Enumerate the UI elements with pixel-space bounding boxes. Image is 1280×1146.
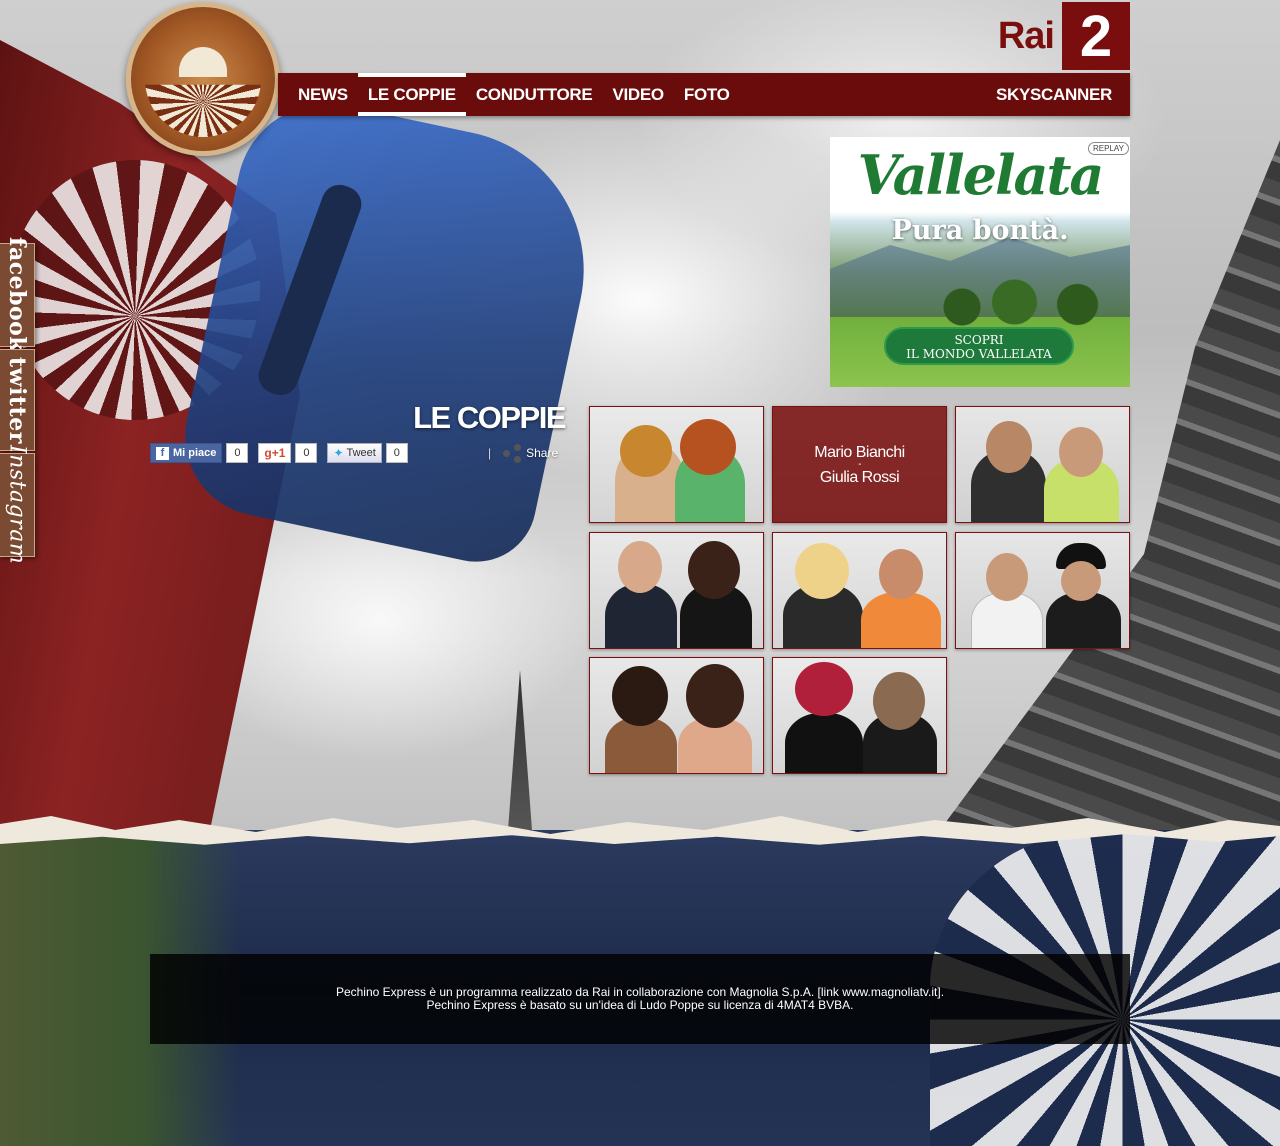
couple-head bbox=[986, 553, 1028, 601]
main-nav: NEWS LE COPPIE CONDUTTORE VIDEO FOTO SKY… bbox=[278, 73, 1130, 116]
google-plus-icon: g bbox=[264, 446, 272, 460]
nav-skyscanner[interactable]: SKYSCANNER bbox=[986, 73, 1122, 116]
couple-card-6[interactable] bbox=[955, 532, 1130, 649]
nav-conduttore[interactable]: CONDUTTORE bbox=[466, 73, 603, 116]
facebook-icon: f bbox=[156, 446, 169, 460]
couple-hair bbox=[873, 672, 925, 730]
couple-head bbox=[879, 549, 923, 599]
couple-head bbox=[1059, 427, 1103, 477]
twitter-side-tab[interactable]: twitter bbox=[0, 349, 35, 451]
couple-card-3[interactable] bbox=[955, 406, 1130, 523]
couple-hair bbox=[795, 662, 853, 716]
couple-card-4[interactable] bbox=[589, 532, 764, 649]
tweet-count: 0 bbox=[385, 443, 408, 463]
couple-name-1: Mario Bianchi bbox=[814, 443, 905, 461]
like-label: Mi piace bbox=[173, 447, 217, 459]
twitter-bird-icon: ✦ bbox=[333, 446, 344, 460]
tweet-button[interactable]: ✦ Tweet bbox=[327, 443, 382, 463]
gplus-count: 0 bbox=[295, 443, 318, 463]
nav-le-coppie[interactable]: LE COPPIE bbox=[357, 73, 466, 116]
instagram-side-tab-label: Instagram bbox=[4, 445, 30, 565]
share-button[interactable]: | Share bbox=[488, 443, 558, 463]
couple-head bbox=[1061, 561, 1101, 601]
logo-sun bbox=[179, 47, 227, 77]
couple-name-2: Giulia Rossi bbox=[819, 468, 900, 486]
page-title: LE COPPIE bbox=[413, 400, 566, 435]
couple-card-7[interactable] bbox=[589, 657, 764, 774]
ad-cta-button[interactable]: SCOPRI IL MONDO VALLELATA bbox=[884, 327, 1074, 365]
rai-channel-number: 2 bbox=[1062, 2, 1130, 70]
facebook-side-tab[interactable]: facebook bbox=[0, 237, 35, 353]
couple-head bbox=[618, 541, 662, 593]
couple-hair bbox=[795, 543, 849, 599]
gplus-label: +1 bbox=[271, 446, 286, 460]
couple-person bbox=[785, 713, 863, 773]
ad-trees bbox=[920, 277, 1130, 327]
pechino-express-logo[interactable] bbox=[126, 2, 280, 156]
footer-credits: Pechino Express è un programma realizzat… bbox=[150, 954, 1130, 1044]
tweet-label: Tweet bbox=[346, 447, 376, 459]
logo-rays bbox=[145, 84, 261, 137]
couple-hair bbox=[688, 541, 740, 599]
couple-card-5[interactable] bbox=[772, 532, 947, 649]
share-separator: | bbox=[488, 446, 492, 460]
rai-word: Rai bbox=[997, 14, 1055, 57]
facebook-like-button[interactable]: f Mi piace bbox=[150, 443, 223, 463]
couple-hover-overlay: Mario Bianchi - Giulia Rossi bbox=[773, 407, 946, 522]
couple-person bbox=[861, 592, 941, 648]
ad-cta-line1: SCOPRI bbox=[954, 333, 1004, 347]
couple-person bbox=[605, 584, 677, 648]
ad-replay-button[interactable]: REPLAY bbox=[1088, 142, 1129, 155]
couple-hair bbox=[686, 664, 744, 728]
rai2-logo[interactable]: Rai 2 bbox=[990, 2, 1130, 70]
ad-brand: Vallelata bbox=[857, 143, 1105, 207]
vallelata-ad-banner[interactable]: Vallelata Pura bontà. REPLAY SCOPRI IL M… bbox=[830, 137, 1130, 387]
nav-news[interactable]: NEWS bbox=[288, 73, 358, 116]
couple-card-1[interactable] bbox=[589, 406, 764, 523]
facebook-side-tab-label: facebook bbox=[4, 237, 30, 353]
nav-video[interactable]: VIDEO bbox=[602, 73, 673, 116]
google-plus-button[interactable]: g +1 bbox=[258, 443, 292, 463]
couple-head bbox=[986, 421, 1032, 473]
couple-hair bbox=[620, 425, 672, 477]
social-share-row: f Mi piace 0 g +1 0 ✦ Tweet 0 bbox=[150, 443, 408, 463]
couple-card-2[interactable]: Mario Bianchi - Giulia Rossi bbox=[772, 406, 947, 523]
footer-line-2: Pechino Express è basato su un'idea di L… bbox=[426, 998, 854, 1012]
like-count: 0 bbox=[226, 443, 249, 463]
twitter-side-tab-label: twitter bbox=[4, 356, 30, 444]
couple-hair bbox=[680, 419, 736, 475]
ad-tagline: Pura bontà. bbox=[891, 215, 1069, 246]
ad-cta-line2: IL MONDO VALLELATA bbox=[906, 347, 1052, 361]
couple-card-8[interactable] bbox=[772, 657, 947, 774]
instagram-side-tab[interactable]: Instagram bbox=[0, 445, 35, 565]
couple-name-dash: - bbox=[858, 458, 861, 470]
share-label: Share bbox=[526, 446, 559, 460]
share-icon bbox=[501, 443, 523, 463]
couple-hair bbox=[612, 666, 668, 726]
nav-foto[interactable]: FOTO bbox=[674, 73, 740, 116]
